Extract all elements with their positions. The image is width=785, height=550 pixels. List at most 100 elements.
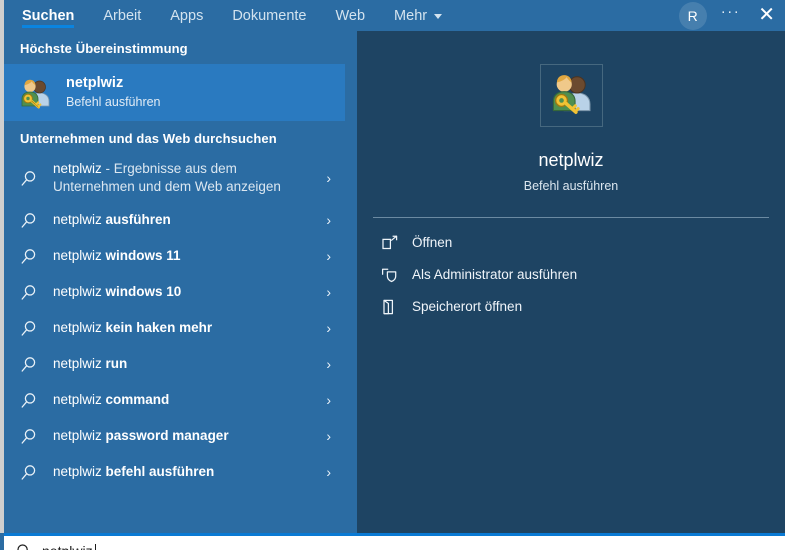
suggestion-query: netplwiz xyxy=(53,161,102,176)
suggestion-query: netplwiz xyxy=(53,248,106,263)
search-tabs: Suchen Arbeit Apps Dokumente Web Mehr xyxy=(22,0,471,31)
suggestion-label: netplwiz befehl ausführen xyxy=(53,463,319,481)
suggestion-row[interactable]: netplwiz windows 11 › xyxy=(4,238,345,274)
suggestion-query: netplwiz xyxy=(53,284,106,299)
suggestion-completion: windows 10 xyxy=(105,284,182,299)
shield-admin-icon xyxy=(381,265,407,285)
chevron-right-icon: › xyxy=(326,356,331,372)
search-icon xyxy=(16,543,32,550)
search-input-value: netplwiz xyxy=(42,543,93,550)
chevron-right-icon: › xyxy=(326,170,331,186)
suggestion-completion: windows 11 xyxy=(105,248,181,263)
user-accounts-key-icon xyxy=(548,70,594,121)
tab-arbeit[interactable]: Arbeit xyxy=(103,0,141,31)
close-icon[interactable]: ✕ xyxy=(758,5,775,25)
search-icon xyxy=(20,461,46,483)
suggestion-completion: run xyxy=(105,356,128,371)
open-external-icon xyxy=(381,233,407,253)
suggestion-row[interactable]: netplwiz befehl ausführen › xyxy=(4,454,345,490)
search-icon xyxy=(20,317,46,339)
search-icon xyxy=(20,167,46,189)
suggestion-label: netplwiz windows 11 xyxy=(53,247,319,265)
chevron-right-icon: › xyxy=(326,284,331,300)
action-open-file-location-label: Speicherort öffnen xyxy=(412,299,523,314)
chevron-down-icon xyxy=(434,14,443,19)
chevron-right-icon: › xyxy=(326,248,331,264)
tab-arbeit-label: Arbeit xyxy=(103,7,142,24)
search-header: Suchen Arbeit Apps Dokumente Web Mehr R xyxy=(0,0,785,31)
section-header-best-match: Höchste Übereinstimmung xyxy=(20,41,188,56)
suggestion-row[interactable]: netplwiz windows 10 › xyxy=(4,274,345,310)
suggestion-query: netplwiz xyxy=(53,464,106,479)
text-cursor xyxy=(94,543,96,550)
avatar[interactable]: R xyxy=(678,1,707,30)
suggestion-label: netplwiz ausführen xyxy=(53,211,319,229)
tab-web[interactable]: Web xyxy=(335,0,365,31)
search-icon xyxy=(20,209,46,231)
tab-mehr-label: Mehr xyxy=(394,7,428,24)
action-open-file-location[interactable]: Speicherort öffnen xyxy=(357,291,785,323)
action-open-label: Öffnen xyxy=(412,235,453,250)
chevron-right-icon: › xyxy=(326,212,331,228)
preview-icon-frame xyxy=(539,64,603,127)
suggestion-label: netplwiz command xyxy=(53,391,319,409)
window-left-border xyxy=(0,0,4,533)
tab-dokumente-label: Dokumente xyxy=(232,7,307,24)
tab-dokumente[interactable]: Dokumente xyxy=(232,0,306,31)
suggestion-query: netplwiz xyxy=(53,212,106,227)
action-run-as-administrator-label: Als Administrator ausführen xyxy=(412,267,578,282)
chevron-right-icon: › xyxy=(326,428,331,444)
suggestion-label: netplwiz password manager xyxy=(53,427,319,445)
suggestion-row[interactable]: netplwiz ausführen › xyxy=(4,202,345,238)
chevron-right-icon: › xyxy=(326,392,331,408)
tab-mehr[interactable]: Mehr xyxy=(394,0,443,31)
more-options-icon[interactable]: ··· xyxy=(721,4,741,19)
search-icon xyxy=(20,245,46,267)
best-match-title: netplwiz xyxy=(66,74,124,91)
tab-web-label: Web xyxy=(335,7,366,24)
preview-subtitle: Befehl ausführen xyxy=(523,179,619,193)
suggestion-query: netplwiz xyxy=(53,356,106,371)
suggestion-completion: befehl ausführen xyxy=(105,464,215,479)
suggestion-completion: password manager xyxy=(105,428,229,443)
results-list: Höchste Übereinstimmung netplwiz Befehl … xyxy=(4,31,345,533)
suggestion-completion: command xyxy=(105,392,170,407)
tab-suchen-label: Suchen xyxy=(22,7,75,24)
suggestion-row[interactable]: netplwiz - Ergebnisse aus dem Unternehme… xyxy=(4,154,345,202)
tab-apps[interactable]: Apps xyxy=(170,0,203,31)
preview-actions: Öffnen Als Administrator ausführen Speic… xyxy=(357,218,785,323)
search-icon xyxy=(20,353,46,375)
suggestion-query: netplwiz xyxy=(53,428,106,443)
suggestion-completion: ausführen xyxy=(105,212,171,227)
chevron-right-icon: › xyxy=(326,464,331,480)
action-open[interactable]: Öffnen xyxy=(357,227,785,259)
suggestion-label: netplwiz run xyxy=(53,355,319,373)
suggestion-completion: kein haken mehr xyxy=(105,320,213,335)
suggestion-row[interactable]: netplwiz command › xyxy=(4,382,345,418)
suggestion-label: netplwiz kein haken mehr xyxy=(53,319,319,337)
search-icon xyxy=(20,281,46,303)
header-right-controls: R ··· ✕ xyxy=(678,0,775,31)
open-file-location-icon xyxy=(381,297,407,317)
search-icon xyxy=(20,425,46,447)
search-icon xyxy=(20,389,46,411)
preview-pane: netplwiz Befehl ausführen Öffnen Als Adm… xyxy=(357,31,785,533)
suggestion-row[interactable]: netplwiz kein haken mehr › xyxy=(4,310,345,346)
suggestion-row[interactable]: netplwiz run › xyxy=(4,346,345,382)
suggestion-query: netplwiz xyxy=(53,392,106,407)
search-input-bar[interactable]: netplwiz xyxy=(4,533,785,550)
suggestion-query: netplwiz xyxy=(53,320,106,335)
suggestion-label: netplwiz - Ergebnisse aus dem Unternehme… xyxy=(53,160,319,196)
section-header-web-search: Unternehmen und das Web durchsuchen xyxy=(20,131,277,146)
windows-search-flyout: Suchen Arbeit Apps Dokumente Web Mehr R xyxy=(0,0,785,550)
search-input-inner: netplwiz xyxy=(4,536,785,550)
suggestion-row[interactable]: netplwiz password manager › xyxy=(4,418,345,454)
best-match-result-netplwiz[interactable]: netplwiz Befehl ausführen xyxy=(4,64,345,121)
tab-suchen[interactable]: Suchen xyxy=(22,0,75,31)
best-match-subtitle: Befehl ausführen xyxy=(66,94,161,109)
preview-title: netplwiz xyxy=(538,150,604,170)
tab-apps-label: Apps xyxy=(170,7,204,24)
best-match-text: netplwiz Befehl ausführen xyxy=(66,75,161,111)
suggestion-label: netplwiz windows 10 xyxy=(53,283,319,301)
action-run-as-administrator[interactable]: Als Administrator ausführen xyxy=(357,259,785,291)
